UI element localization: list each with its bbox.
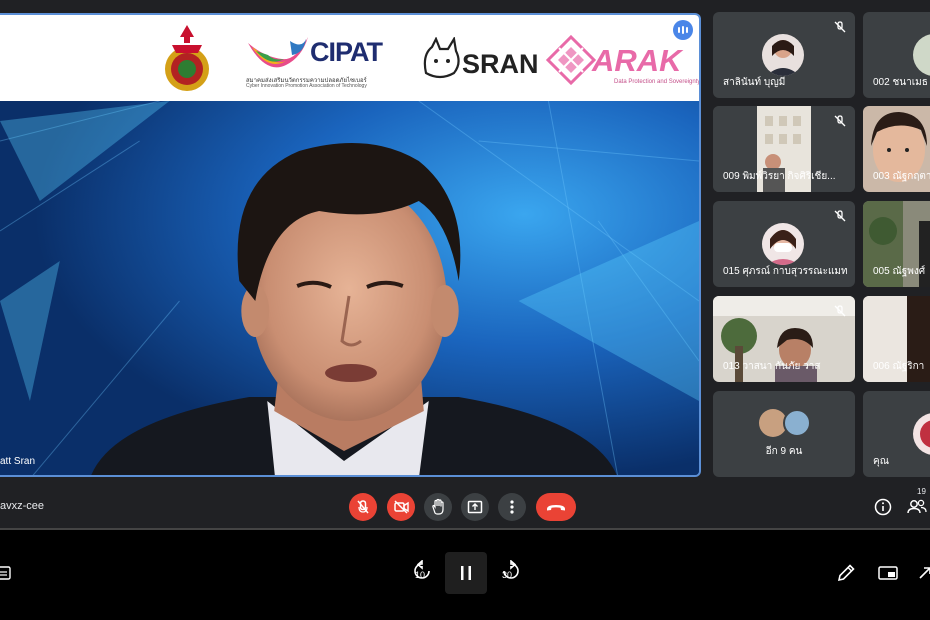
meeting-controls-bar: avxz-cee 19 xyxy=(0,487,930,526)
video-player-controls: 10 30 xyxy=(0,530,930,620)
participant-name: สาลินันท์ บุญมี xyxy=(723,77,786,88)
sran-logo: SRAN xyxy=(420,35,539,86)
sponsor-banner: CIPAT สมาคมส่งเสริมนวัตกรรมความปลอดภัยไซ… xyxy=(0,15,699,101)
more-options-button[interactable] xyxy=(498,493,526,521)
rewind-button[interactable]: 10 xyxy=(411,559,435,588)
arak-subtitle: Data Protection and Sovereignty xyxy=(614,79,701,85)
participant-tile[interactable]: 006 ณัฐริกา xyxy=(863,296,930,382)
present-screen-button[interactable] xyxy=(461,493,489,521)
more-participants-label: อีก 9 คน xyxy=(765,446,803,457)
cipat-swoosh-icon xyxy=(248,37,308,68)
hang-up-icon xyxy=(547,505,565,511)
leave-call-button[interactable] xyxy=(536,493,576,521)
mic-off-icon xyxy=(834,21,846,33)
mic-toggle-button[interactable] xyxy=(349,493,377,521)
meet-window: CIPAT สมาคมส่งเสริมนวัตกรรมความปลอดภัยไซ… xyxy=(0,0,930,528)
cat-head-icon xyxy=(423,35,460,79)
university-seal-logo xyxy=(165,25,209,91)
diamond-grid-icon xyxy=(546,35,596,85)
pause-button[interactable] xyxy=(445,552,487,594)
mic-off-icon xyxy=(357,500,369,514)
main-speaker-tile[interactable]: CIPAT สมาคมส่งเสริมนวัตกรรมความปลอดภัยไซ… xyxy=(0,13,701,477)
participant-tile[interactable]: 013 วาสนา กันภัย วาส xyxy=(713,296,855,382)
more-vertical-icon xyxy=(510,500,514,514)
people-icon[interactable] xyxy=(906,497,928,517)
participant-name: 013 วาสนา กันภัย วาส xyxy=(723,361,821,372)
participant-name: 006 ณัฐริกา xyxy=(873,361,925,372)
speaking-indicator-icon xyxy=(673,20,693,40)
cipat-subtitle-en: Cyber Innovation Promotion Association o… xyxy=(246,83,367,89)
participant-name: 003 ณัฐกฤตา xyxy=(873,171,930,182)
more-participants-tile[interactable]: อีก 9 คน xyxy=(713,391,855,477)
forward-button[interactable]: 30 xyxy=(498,559,522,588)
participant-tile[interactable]: 002 ชนาเมธ ว xyxy=(863,12,930,98)
expand-icon[interactable] xyxy=(918,564,930,582)
arak-wordmark: ARAK xyxy=(592,43,682,78)
participant-name: 015 ศุภรณ์ กาบสุวรรณะแมท xyxy=(723,266,848,277)
participant-avatar xyxy=(913,34,930,76)
arak-logo: ARAK Data Protection and Sovereignty xyxy=(546,35,701,85)
participant-tile[interactable]: สาลินันท์ บุญมี xyxy=(713,12,855,98)
forward-label: 30 xyxy=(502,570,513,580)
participant-name: คุณ xyxy=(873,456,889,467)
captions-icon[interactable] xyxy=(0,566,12,580)
hand-icon xyxy=(432,498,444,515)
camera-off-icon xyxy=(394,500,409,514)
speaker-video xyxy=(0,101,699,475)
participant-tile[interactable]: 005 ณัฐพงศ์ xyxy=(863,201,930,287)
participant-name: 002 ชนาเมธ ว xyxy=(873,77,930,88)
cipat-wordmark: CIPAT xyxy=(310,37,383,67)
mic-off-icon xyxy=(834,210,846,222)
speaker-name-label: att Sran xyxy=(0,456,36,467)
self-tile[interactable]: @ คุณ xyxy=(863,391,930,477)
participant-avatar xyxy=(762,34,804,76)
participant-tile[interactable]: 003 ณัฐกฤตา xyxy=(863,106,930,192)
participant-name: 005 ณัฐพงศ์ xyxy=(873,266,926,277)
meeting-code: avxz-cee xyxy=(0,500,45,512)
raise-hand-button[interactable] xyxy=(424,493,452,521)
participant-count-badge: 19 xyxy=(917,487,926,496)
picture-in-picture-icon[interactable] xyxy=(877,564,899,582)
pencil-icon[interactable] xyxy=(835,562,857,584)
info-icon[interactable] xyxy=(873,497,893,517)
sran-wordmark: SRAN xyxy=(462,49,539,79)
cipat-logo: CIPAT สมาคมส่งเสริมนวัตกรรมความปลอดภัยไซ… xyxy=(246,35,383,89)
participant-avatar xyxy=(762,223,804,265)
present-screen-icon xyxy=(467,500,483,514)
participant-avatar: @ xyxy=(913,413,930,455)
mic-off-icon xyxy=(834,305,846,317)
participant-tile[interactable]: 015 ศุภรณ์ กาบสุวรรณะแมท xyxy=(713,201,855,287)
participant-tile[interactable]: 009 พิมพ์วิรยา กิจศิริเชีย... xyxy=(713,106,855,192)
camera-toggle-button[interactable] xyxy=(387,493,415,521)
mic-off-icon xyxy=(834,115,846,127)
participant-avatar xyxy=(783,409,811,437)
participant-name: 009 พิมพ์วิรยา กิจศิริเชีย... xyxy=(723,171,836,182)
pause-icon xyxy=(461,566,471,580)
rewind-label: 10 xyxy=(415,570,426,580)
